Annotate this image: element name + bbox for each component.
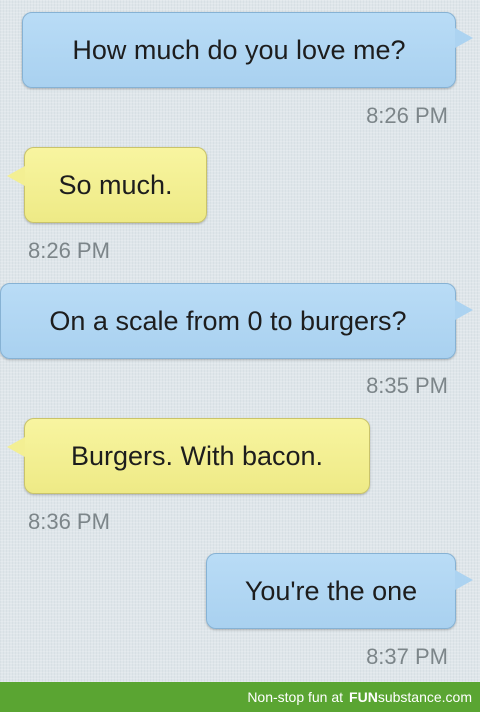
message-text: So much. <box>58 169 173 200</box>
message-bubble-received[interactable]: Burgers. With bacon. <box>24 418 370 494</box>
message-text: Burgers. With bacon. <box>70 440 324 471</box>
bubble-tail <box>455 570 473 590</box>
bubble-tail <box>455 28 473 48</box>
message-timestamp: 8:37 PM <box>366 644 448 669</box>
message-thread[interactable]: How much do you love me? 8:26 PM So much… <box>0 0 480 682</box>
message-timestamp: 8:26 PM <box>28 238 110 263</box>
message-timestamp: 8:35 PM <box>366 373 448 398</box>
message-bubble-sent[interactable]: How much do you love me? <box>22 12 456 88</box>
message-bubble-received[interactable]: So much. <box>24 147 207 223</box>
message-timestamp: 8:36 PM <box>28 509 110 534</box>
footer-brand-bold: FUN <box>349 689 378 705</box>
message-bubble-sent[interactable]: You're the one <box>206 553 456 629</box>
bubble-tail <box>455 300 473 320</box>
message-timestamp: 8:26 PM <box>366 103 448 128</box>
message-bubble-sent[interactable]: On a scale from 0 to burgers? <box>0 283 456 359</box>
bubble-tail <box>7 437 25 457</box>
bubble-tail <box>7 166 25 186</box>
footer-brand-rest: substance.com <box>377 689 472 705</box>
message-text: On a scale from 0 to burgers? <box>49 305 407 336</box>
message-text: How much do you love me? <box>72 34 406 65</box>
footer-tagline: Non-stop fun at <box>247 689 344 705</box>
message-text: You're the one <box>244 575 418 606</box>
watermark-footer: Non-stop fun at FUN substance.com <box>0 682 480 712</box>
